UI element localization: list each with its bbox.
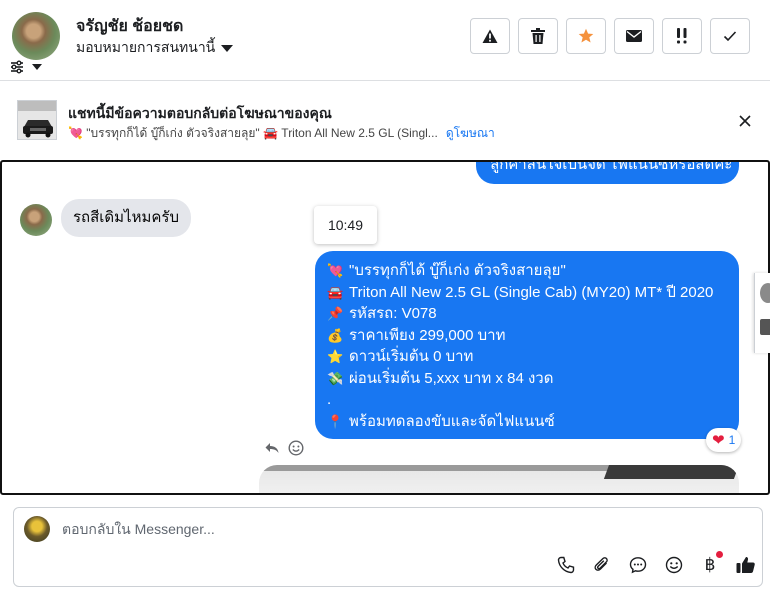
message-line: 📍 พร้อมทดลองขับและจัดไฟแนนซ์: [327, 411, 727, 433]
chevron-down-icon: [32, 64, 42, 70]
message-image-attachment[interactable]: [259, 465, 739, 493]
message-actions: [264, 440, 304, 456]
filter-dropdown[interactable]: [10, 60, 42, 74]
assign-conversation-dropdown[interactable]: มอบหมายการสนทนานี้: [76, 37, 234, 59]
message-emoji: 🚘: [327, 284, 344, 300]
message-line-text: "บรรทุกก็ได้ บู๊ก็เก่ง ตัวจริงสายลุย": [349, 262, 566, 279]
outgoing-message-bubble[interactable]: ลูกค้าสนใจเป็นจัด ไฟแนนซ์หรือสดคะ: [476, 160, 739, 184]
envelope-icon: [626, 30, 642, 42]
message-line-text: ราคาเพียง 299,000 บาท: [349, 326, 506, 344]
paperclip-icon[interactable]: [592, 555, 612, 575]
chevron-down-icon: [221, 44, 234, 52]
reply-icon[interactable]: [264, 440, 280, 456]
message-emoji: 📍: [327, 413, 344, 429]
message-emoji: 📌: [327, 306, 344, 321]
message-line-text: รหัสรถ: V078: [349, 305, 437, 322]
reply-input[interactable]: [62, 517, 742, 541]
ad-reply-banner: แชทนี้มีข้อความตอบกลับต่อโฆษณาของคุณ 💘 "…: [0, 82, 770, 158]
notification-dot: [716, 551, 723, 558]
contact-avatar-small: [20, 204, 52, 236]
baht-icon[interactable]: ฿: [700, 551, 723, 575]
check-icon: [723, 30, 737, 42]
emoji-icon[interactable]: [664, 555, 684, 575]
message-line-text: Triton All New 2.5 GL (Single Cab) (MY20…: [349, 283, 714, 301]
react-emoji-icon[interactable]: [288, 440, 304, 456]
warning-button[interactable]: [470, 18, 510, 54]
message-line: 💸 ผ่อนเริ่มต้น 5,xxx บาท x 84 งวด: [327, 368, 727, 390]
ad-thumbnail: [17, 100, 57, 140]
incoming-message-bubble[interactable]: รถสีเดิมไหมครับ: [61, 199, 191, 237]
message-emoji: 💰: [327, 327, 344, 343]
double-exclamation-icon: [675, 28, 689, 44]
side-panel-thumbnail: [760, 319, 770, 335]
conversation-toolbar: [470, 18, 750, 54]
message-line: .: [327, 389, 727, 411]
warning-icon: [482, 29, 498, 44]
message-line: 💰 ราคาเพียง 299,000 บาท: [327, 325, 727, 347]
message-reaction[interactable]: ❤ 1: [706, 428, 742, 452]
reply-composer: ฿: [13, 507, 763, 587]
outgoing-ad-message-bubble[interactable]: 💘 "บรรทุกก็ได้ บู๊ก็เก่ง ตัวจริงสายลุย" 🚘…: [315, 251, 739, 439]
message-line: 📌 รหัสรถ: V078: [327, 303, 727, 325]
assign-label: มอบหมายการสนทนานี้: [76, 39, 216, 55]
side-panel-peek[interactable]: [754, 273, 770, 353]
mark-unread-button[interactable]: [614, 18, 654, 54]
sliders-icon: [10, 60, 24, 74]
message-line: 💘 "บรรทุกก็ได้ บู๊ก็เก่ง ตัวจริงสายลุย": [327, 260, 727, 282]
trash-icon: [531, 28, 545, 44]
thumbs-up-icon[interactable]: [736, 555, 756, 575]
contact-avatar[interactable]: [12, 12, 60, 60]
message-text: รถสีเดิมไหมครับ: [73, 209, 179, 226]
message-line-text: พร้อมทดลองขับและจัดไฟแนนซ์: [349, 412, 555, 430]
mark-urgent-button[interactable]: [662, 18, 702, 54]
conversation-header: จรัญชัย ช้อยชด มอบหมายการสนทนานี้: [0, 0, 770, 81]
contact-name[interactable]: จรัญชัย ช้อยชด: [76, 14, 183, 39]
phone-icon[interactable]: [556, 555, 576, 575]
close-icon[interactable]: [736, 112, 754, 130]
ad-caption: 💘 "บรรทุกก็ได้ บู๊ก็เก่ง ตัวจริงสายลุย" …: [68, 126, 438, 140]
chat-bubble-icon[interactable]: [628, 555, 648, 575]
ad-banner-subtitle: 💘 "บรรทุกก็ได้ บู๊ก็เก่ง ตัวจริงสายลุย" …: [68, 124, 495, 143]
message-emoji: ⭐: [327, 349, 344, 364]
composer-toolbar: ฿: [556, 551, 756, 575]
delete-button[interactable]: [518, 18, 558, 54]
mark-done-button[interactable]: [710, 18, 750, 54]
ad-banner-title: แชทนี้มีข้อความตอบกลับต่อโฆษณาของคุณ: [68, 105, 332, 121]
message-emoji: 💸: [327, 370, 344, 386]
message-line: 🚘 Triton All New 2.5 GL (Single Cab) (MY2…: [327, 282, 727, 304]
page-avatar: [24, 516, 50, 542]
heart-icon: ❤: [712, 431, 725, 449]
star-button[interactable]: [566, 18, 606, 54]
image-ceiling-shadow: [603, 465, 739, 479]
reaction-count: 1: [728, 433, 736, 447]
message-timestamp-tooltip: 10:49: [314, 206, 377, 244]
message-line: ⭐ ดาวน์เริ่มต้น 0 บาท: [327, 346, 727, 368]
baht-symbol: ฿: [704, 555, 716, 574]
view-ad-link[interactable]: ดูโฆษณา: [446, 124, 495, 143]
message-line-text: ดาวน์เริ่มต้น 0 บาท: [349, 348, 474, 365]
side-panel-avatar: [760, 283, 770, 303]
star-icon: [578, 28, 594, 44]
message-line-text: ผ่อนเริ่มต้น 5,xxx บาท x 84 งวด: [349, 369, 554, 387]
message-line-text: .: [327, 391, 332, 408]
message-emoji: 💘: [327, 263, 344, 278]
message-text: ลูกค้าสนใจเป็นจัด ไฟแนนซ์หรือสดคะ: [490, 160, 733, 173]
message-thread[interactable]: ลูกค้าสนใจเป็นจัด ไฟแนนซ์หรือสดคะ รถสีเด…: [0, 160, 770, 495]
